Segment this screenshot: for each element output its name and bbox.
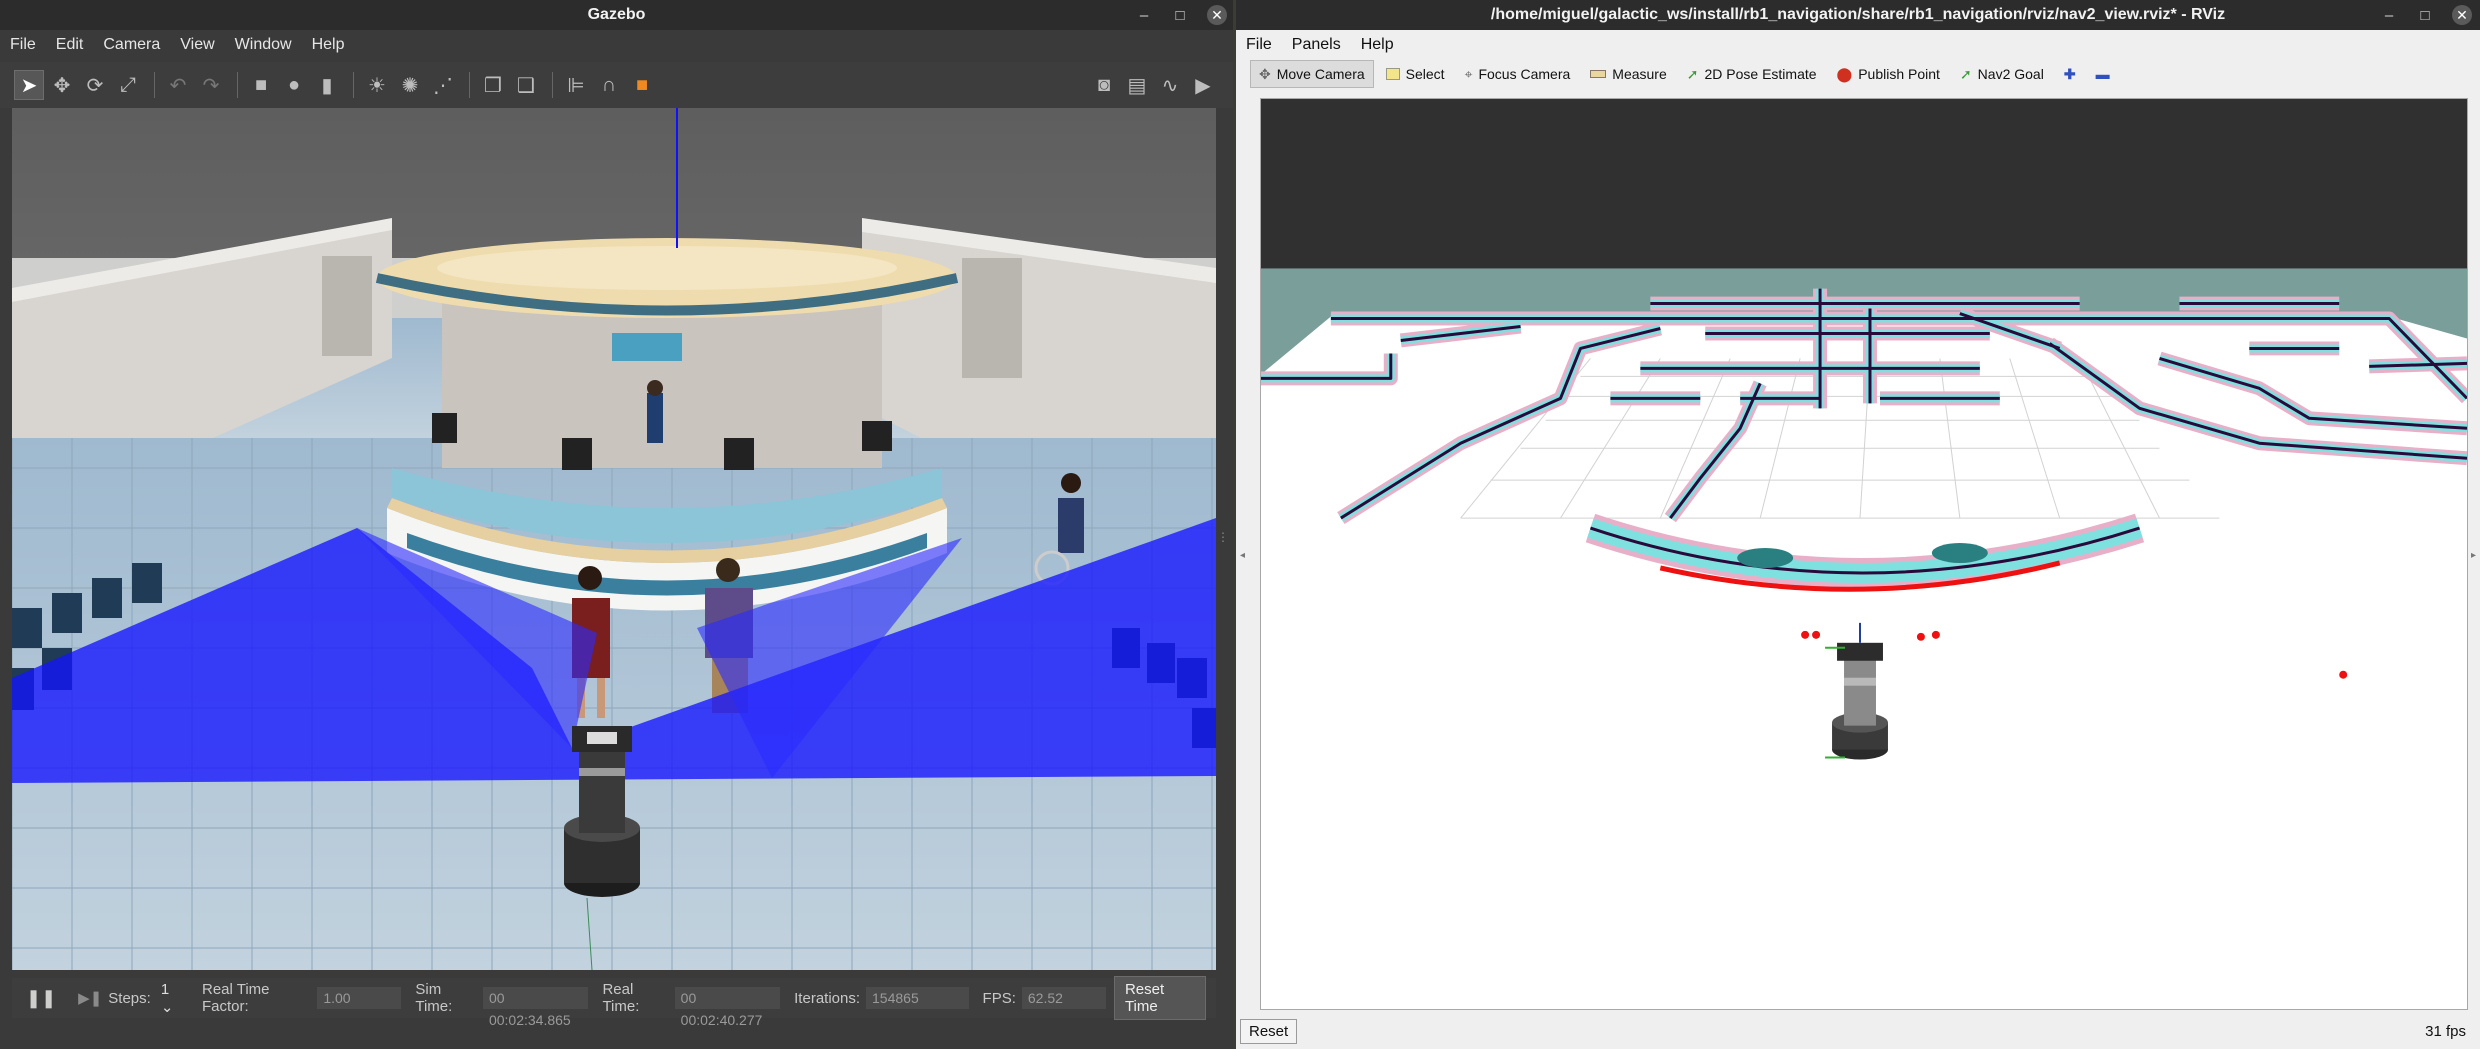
menu-edit[interactable]: Edit [46,36,94,54]
reset-button[interactable]: Reset [1240,1018,1298,1044]
tool-label: Measure [1612,66,1667,82]
select-arrow-icon[interactable]: ➤ [14,70,44,100]
rviz-menubar: File Panels Help [1236,30,2480,60]
plot-icon[interactable]: ∿ [1155,70,1185,100]
rviz-window-controls: – □ ✕ [2380,0,2472,30]
iterations-label: Iterations: [794,989,861,1007]
scale-icon[interactable]: ⤢ [113,70,143,100]
cylinder-icon[interactable]: ▮ [312,70,342,100]
paste-icon[interactable]: ❑ [511,70,541,100]
rtf-label: Real Time Factor: [201,981,270,1015]
gazebo-titlebar: Gazebo [0,0,1233,30]
tool-label: 2D Pose Estimate [1704,66,1817,82]
tool-publish-point[interactable]: ⬤ Publish Point [1829,60,1948,88]
redo-icon[interactable]: ↷ [196,70,226,100]
select-icon [1385,68,1400,80]
tool-select[interactable]: Select [1378,60,1453,88]
pause-icon[interactable]: ❚❚ [26,988,56,1009]
video-record-icon[interactable]: ▶ [1188,70,1218,100]
rviz-3d-viewport[interactable] [1260,98,2468,1010]
tool-move-camera[interactable]: ✥ Move Camera [1250,60,1374,88]
plus-icon: ✚ [2063,65,2076,82]
tool-focus-camera[interactable]: ⌖ Focus Camera [1457,60,1579,88]
remove-tool-button[interactable]: ▬ [2088,60,2118,88]
maximize-icon[interactable]: □ [1171,7,1189,24]
tool-label: Publish Point [1858,66,1940,82]
rviz-titlebar: /home/miguel/galactic_ws/install/rb1_nav… [1236,0,2480,30]
menu-panels[interactable]: Panels [1282,36,1351,54]
sim-time-field: 00 00:02:34.865 [482,987,589,1028]
snap-icon[interactable]: ∩ [594,70,624,100]
real-time-label: Real Time: [602,981,640,1015]
minimize-icon[interactable]: – [1135,7,1153,24]
step-icon[interactable]: ▶❚ [78,989,102,1007]
gazebo-window: Gazebo – □ ✕ File Edit Camera View Windo… [0,0,1233,1049]
undo-icon[interactable]: ↶ [163,70,193,100]
menu-help[interactable]: Help [302,36,355,54]
iterations-field: 154865 [866,987,969,1009]
tool-2d-pose-estimate[interactable]: ➚ 2D Pose Estimate [1679,60,1825,88]
focus-camera-icon: ⌖ [1464,65,1473,82]
nav2-goal-arrow-icon: ➚ [1959,65,1972,82]
close-icon[interactable]: ✕ [1207,5,1227,25]
right-panel-collapse-handle[interactable]: ▸ [2471,550,2476,561]
move-camera-icon: ✥ [1259,65,1271,82]
gazebo-menubar: File Edit Camera View Window Help [0,30,1233,60]
log-icon[interactable]: ▤ [1122,70,1152,100]
measure-icon [1590,70,1607,78]
tool-nav2-goal[interactable]: ➚ Nav2 Goal [1952,60,2052,88]
rviz-window: /home/miguel/galactic_ws/install/rb1_nav… [1236,0,2480,1049]
reset-time-button[interactable]: Reset Time [1113,976,1206,1020]
real-time-field: 00 00:02:40.277 [674,987,781,1028]
sim-time-label: Sim Time: [415,981,453,1015]
add-tool-button[interactable]: ✚ [2056,60,2084,88]
fps-field: 62.52 [1021,987,1106,1009]
menu-camera[interactable]: Camera [93,36,170,54]
rviz-statusbar: Reset 31 fps [1236,1013,2480,1049]
sun-light-icon[interactable]: ☀ [362,70,392,100]
translate-icon[interactable]: ✥ [47,70,77,100]
orange-view-icon[interactable]: ■ [627,70,657,100]
gazebo-3d-viewport[interactable] [12,108,1216,970]
rviz-title: /home/miguel/galactic_ws/install/rb1_nav… [1490,6,2226,23]
spot-light-icon[interactable]: ⋰ [428,70,458,100]
tool-label: Select [1405,66,1445,82]
tool-label: Focus Camera [1478,66,1571,82]
sphere-icon[interactable]: ● [279,70,309,100]
align-icon[interactable]: ⊫ [561,70,591,100]
rtf-field: 1.00 [317,987,402,1009]
rotate-icon[interactable]: ⟳ [80,70,110,100]
menu-window[interactable]: Window [225,36,302,54]
gazebo-title: Gazebo [587,6,646,23]
tool-label: Move Camera [1276,66,1365,82]
steps-spinbox[interactable]: 1 ⌄ [161,981,184,1016]
menu-file[interactable]: File [0,36,46,54]
menu-help[interactable]: Help [1351,36,1404,54]
copy-icon[interactable]: ❐ [478,70,508,100]
splitter-handle[interactable]: ⋮ [1217,530,1229,544]
minimize-icon[interactable]: – [2380,7,2398,24]
minus-icon: ▬ [2095,66,2110,82]
point-light-icon[interactable]: ✺ [395,70,425,100]
fps-readout: 31 fps [2425,1022,2466,1040]
steps-label: Steps: [108,989,151,1007]
maximize-icon[interactable]: □ [2416,7,2434,24]
camera-screenshot-icon[interactable]: ◙ [1089,70,1119,100]
tool-label: Nav2 Goal [1977,66,2044,82]
fps-label: FPS: [982,989,1016,1007]
gazebo-bottom-toolbar: ❚❚ ▶❚ Steps: 1 ⌄ Real Time Factor: 1.00 … [12,976,1216,1028]
gazebo-toolbar: ➤ ✥ ⟳ ⤢ ↶ ↷ ■ ● ▮ ☀ ✺ ⋰ ❐ ❑ ⊫ ∩ ■ ◙ ▤ ∿ … [0,62,1233,108]
menu-file[interactable]: File [1236,36,1282,54]
rviz-toolbar: ✥ Move Camera Select ⌖ Focus Camera Meas… [1236,58,2480,90]
left-panel-collapse-handle[interactable]: ◂ [1240,550,1245,561]
pose-estimate-arrow-icon: ➚ [1686,65,1699,82]
tool-measure[interactable]: Measure [1582,60,1674,88]
close-icon[interactable]: ✕ [2452,5,2472,25]
box-icon[interactable]: ■ [246,70,276,100]
steps-value: 1 [160,980,170,998]
menu-view[interactable]: View [170,36,224,54]
gazebo-window-controls: – □ ✕ [1135,0,1227,30]
publish-point-icon: ⬤ [1836,65,1853,82]
